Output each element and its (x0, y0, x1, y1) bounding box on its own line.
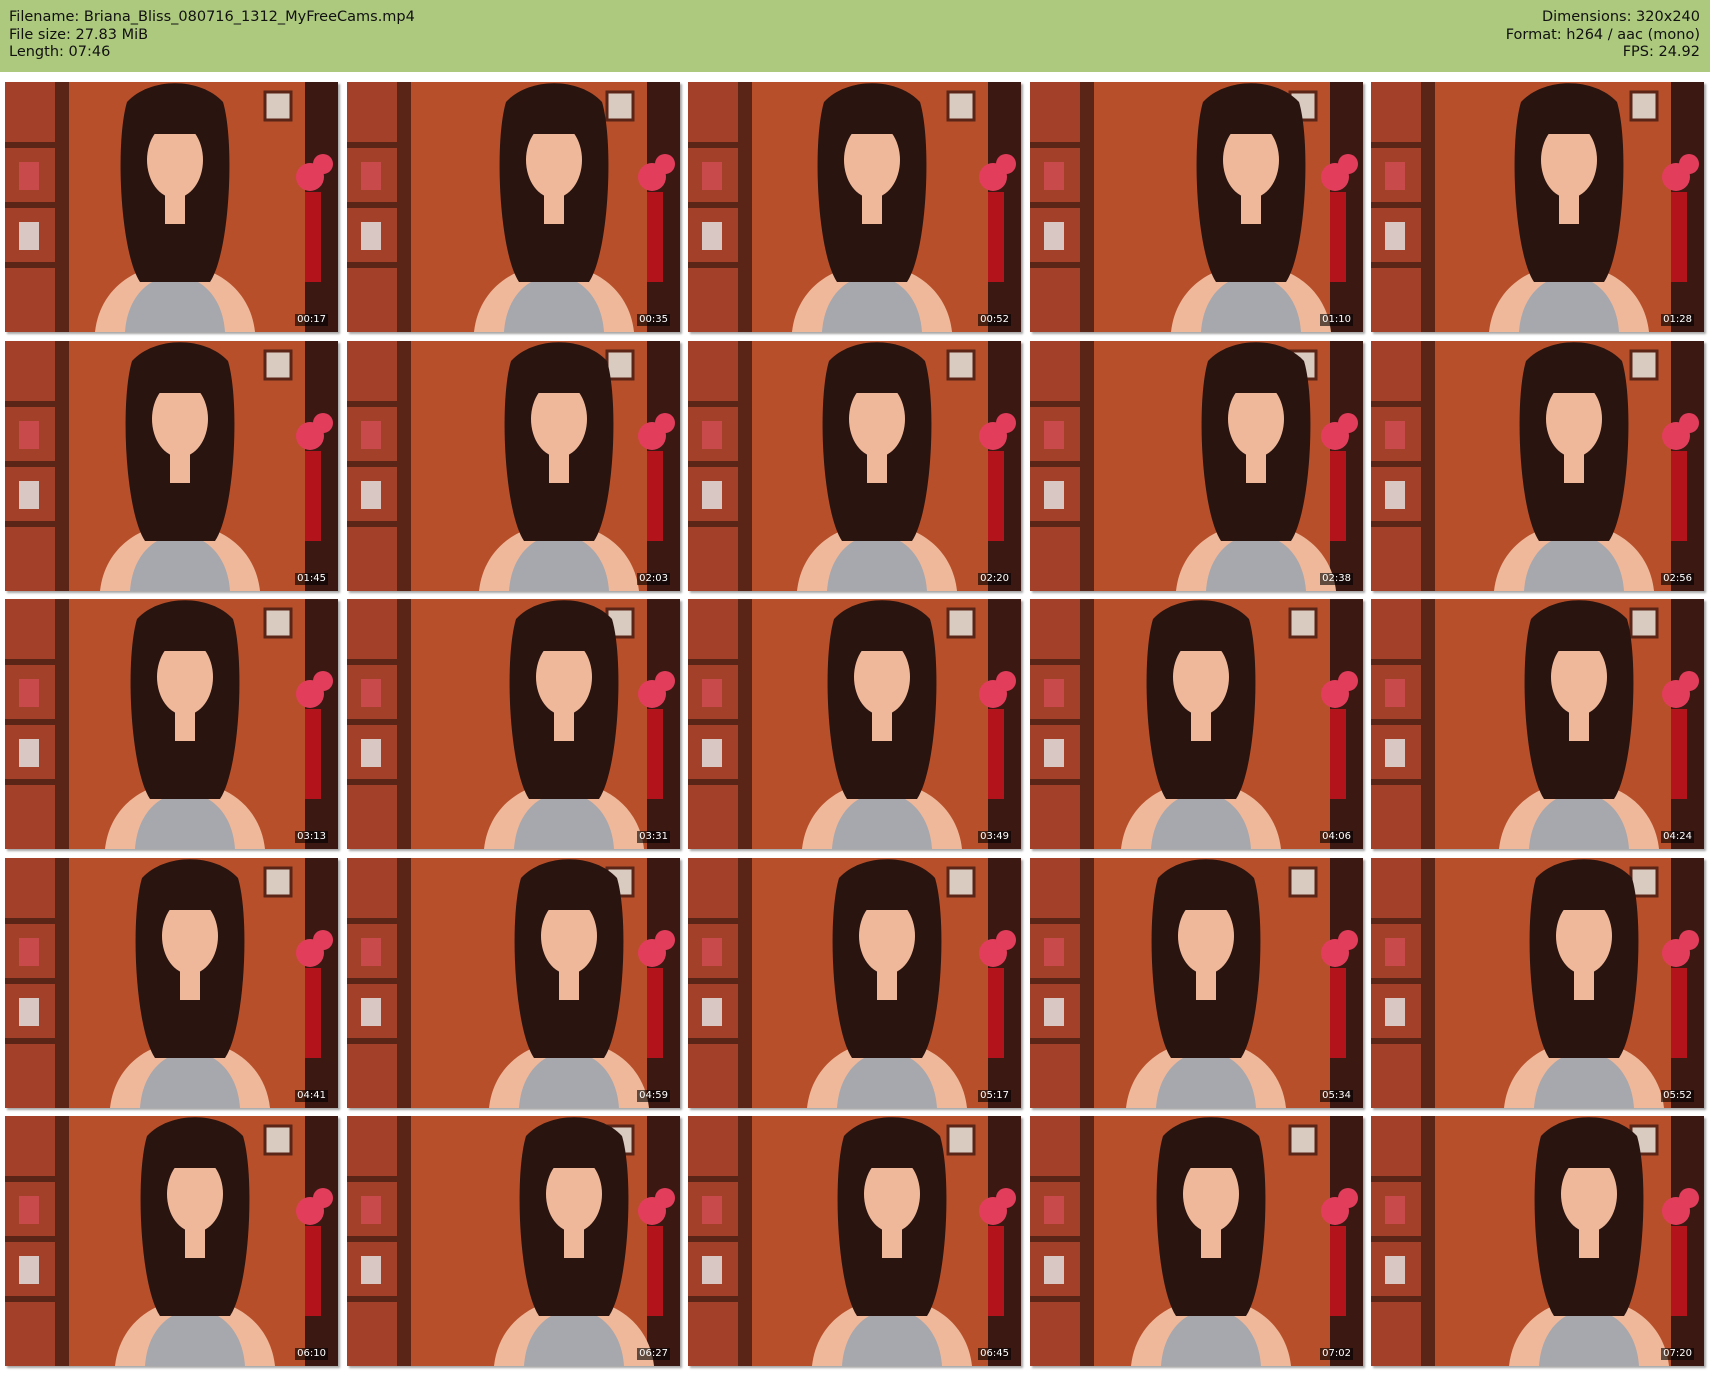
frame-image (5, 82, 338, 332)
timestamp-label: 05:34 (1320, 1090, 1353, 1102)
timestamp-label: 05:52 (1661, 1090, 1694, 1102)
thumbnail-frame: 01:45 (5, 341, 338, 591)
timestamp-label: 04:59 (637, 1090, 670, 1102)
thumbnail-frame: 02:03 (347, 341, 680, 591)
thumbnail-frame: 04:59 (347, 858, 680, 1108)
frame-image (1030, 1116, 1363, 1366)
length-text: Length: 07:46 (9, 44, 111, 60)
frame-image (347, 1116, 680, 1366)
frame-image (5, 599, 338, 849)
thumbnail-frame: 04:41 (5, 858, 338, 1108)
timestamp-label: 03:13 (295, 831, 328, 843)
thumbnail-frame: 00:52 (688, 82, 1021, 332)
timestamp-label: 02:20 (978, 573, 1011, 585)
file-info-left: Filename: Briana_Bliss_080716_1312_MyFre… (9, 9, 415, 62)
frame-image (1030, 82, 1363, 332)
frame-image (1371, 858, 1704, 1108)
timestamp-label: 04:41 (295, 1090, 328, 1102)
thumbnail-frame: 02:20 (688, 341, 1021, 591)
thumbnail-frame: 05:34 (1030, 858, 1363, 1108)
thumbnail-frame: 04:06 (1030, 599, 1363, 849)
timestamp-label: 02:56 (1661, 573, 1694, 585)
thumbnail-frame: 02:56 (1371, 341, 1704, 591)
timestamp-label: 07:02 (1320, 1348, 1353, 1360)
filesize-text: File size: 27.83 MiB (9, 26, 149, 43)
timestamp-label: 01:28 (1661, 314, 1694, 326)
frame-image (1371, 1116, 1704, 1366)
thumbnail-frame: 02:38 (1030, 341, 1363, 591)
frame-image (1371, 82, 1704, 332)
timestamp-label: 06:10 (295, 1348, 328, 1360)
thumbnail-frame: 03:13 (5, 599, 338, 849)
frame-image (688, 1116, 1021, 1366)
timestamp-label: 02:38 (1320, 573, 1353, 585)
thumbnail-frame: 01:28 (1371, 82, 1704, 332)
file-info-right: Dimensions: 320x240 Format: h264 / aac (… (1506, 9, 1700, 62)
dimensions-text: Dimensions: 320x240 (1541, 9, 1700, 25)
timestamp-label: 04:24 (1661, 831, 1694, 843)
frame-image (1371, 599, 1704, 849)
timestamp-label: 04:06 (1320, 831, 1353, 843)
thumbnail-frame: 03:31 (347, 599, 680, 849)
frame-image (1030, 341, 1363, 591)
thumbnail-frame: 03:49 (688, 599, 1021, 849)
timestamp-label: 02:03 (637, 573, 670, 585)
frame-image (347, 82, 680, 332)
thumbnail-frame: 07:02 (1030, 1116, 1363, 1366)
timestamp-label: 00:35 (637, 314, 670, 326)
thumbnail-frame: 05:52 (1371, 858, 1704, 1108)
frame-image (1030, 858, 1363, 1108)
timestamp-label: 00:17 (295, 314, 328, 326)
filename-text: Filename: Briana_Bliss_080716_1312_MyFre… (9, 9, 415, 25)
frame-image (347, 341, 680, 591)
thumbnail-frame: 00:17 (5, 82, 338, 332)
thumbnail-frame: 06:10 (5, 1116, 338, 1366)
timestamp-label: 06:45 (978, 1348, 1011, 1360)
thumbnail-frame: 04:24 (1371, 599, 1704, 849)
timestamp-label: 07:20 (1661, 1348, 1694, 1360)
frame-image (1030, 599, 1363, 849)
frame-image (5, 341, 338, 591)
frame-image (688, 599, 1021, 849)
thumbnail-frame: 07:20 (1371, 1116, 1704, 1366)
thumbnail-frame: 01:10 (1030, 82, 1363, 332)
info-header: Filename: Briana_Bliss_080716_1312_MyFre… (0, 0, 1710, 72)
timestamp-label: 00:52 (978, 314, 1011, 326)
frame-image (5, 1116, 338, 1366)
frame-image (688, 858, 1021, 1108)
fps-text: FPS: 24.92 (1622, 44, 1700, 60)
thumbnail-frame: 06:45 (688, 1116, 1021, 1366)
timestamp-label: 03:31 (637, 831, 670, 843)
frame-image (688, 82, 1021, 332)
frame-image (347, 858, 680, 1108)
thumbnail-frame: 05:17 (688, 858, 1021, 1108)
thumbnail-frame: 00:35 (347, 82, 680, 332)
frame-image (1371, 341, 1704, 591)
timestamp-label: 03:49 (978, 831, 1011, 843)
format-text: Format: h264 / aac (mono) (1505, 26, 1700, 43)
timestamp-label: 05:17 (978, 1090, 1011, 1102)
timestamp-label: 06:27 (637, 1348, 670, 1360)
timestamp-label: 01:45 (295, 573, 328, 585)
frame-image (347, 599, 680, 849)
frame-image (688, 341, 1021, 591)
frame-image (5, 858, 338, 1108)
timestamp-label: 01:10 (1320, 314, 1353, 326)
thumbnail-frame: 06:27 (347, 1116, 680, 1366)
